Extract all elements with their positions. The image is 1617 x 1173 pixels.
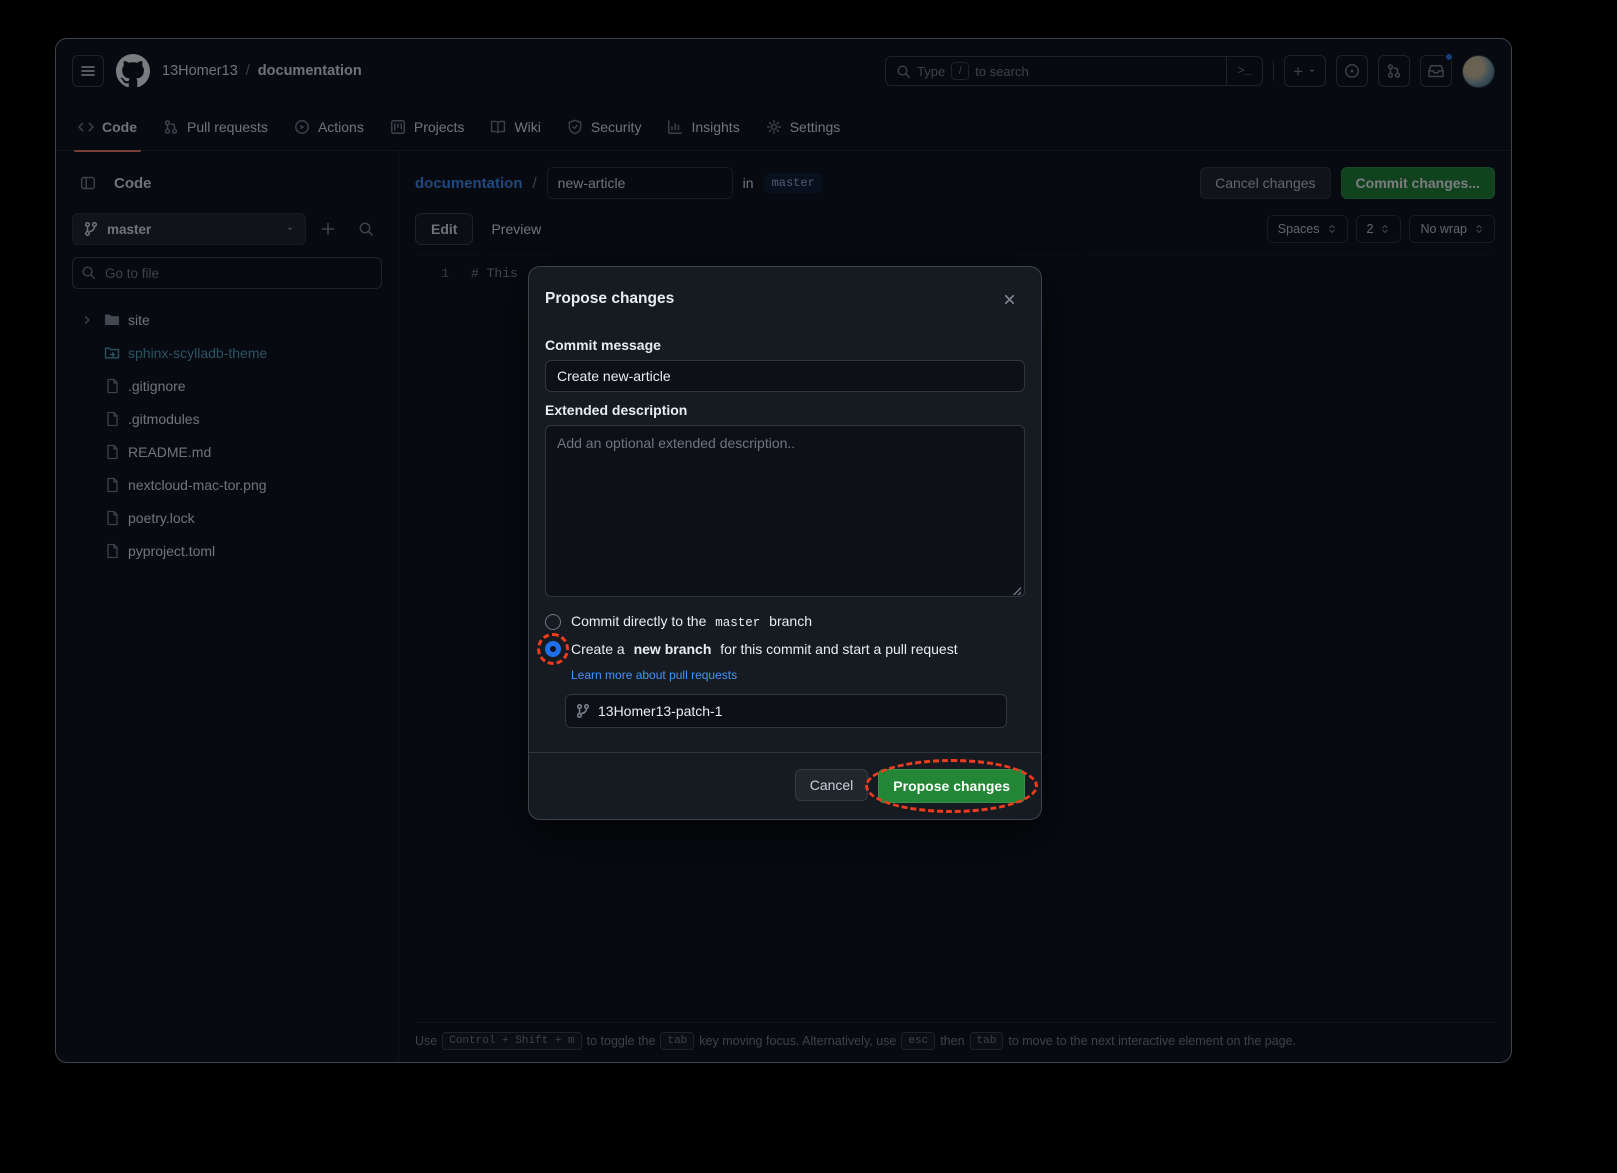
create-branch-option[interactable]: Create a new branch for this commit and … <box>545 641 1025 657</box>
new-branch-name-input[interactable] <box>565 694 1007 728</box>
radio-label-text: Create a <box>571 641 625 657</box>
propose-changes-button[interactable]: Propose changes <box>878 769 1025 803</box>
commit-direct-option[interactable]: Commit directly to the master branch <box>545 613 1025 630</box>
close-icon <box>1002 292 1017 307</box>
radio-label-text: for this commit and start a pull request <box>720 641 957 657</box>
commit-message-input[interactable] <box>545 360 1025 392</box>
radio-label-text: Commit directly to the <box>571 613 706 629</box>
desktop-background: 13Homer13 / documentation Type / to sear… <box>0 0 1617 1173</box>
annotation-radio-highlight <box>537 633 569 665</box>
extended-description-label: Extended description <box>545 402 1025 418</box>
commit-message-label: Commit message <box>545 337 1025 353</box>
git-branch-icon <box>575 703 591 719</box>
cancel-button[interactable]: Cancel <box>795 769 869 801</box>
radio-label-bold: new branch <box>634 641 712 657</box>
propose-button-label: Propose changes <box>893 778 1010 794</box>
learn-more-link[interactable]: Learn more about pull requests <box>571 668 737 682</box>
dialog-title: Propose changes <box>545 290 674 308</box>
extended-description-textarea[interactable] <box>545 425 1025 597</box>
radio-branch-name: master <box>715 616 760 630</box>
close-dialog-button[interactable] <box>993 283 1025 315</box>
create-branch-radio[interactable] <box>545 641 561 657</box>
propose-changes-dialog: Propose changes Commit message Extended … <box>528 266 1042 820</box>
commit-direct-radio[interactable] <box>545 614 561 630</box>
github-browser-window: 13Homer13 / documentation Type / to sear… <box>55 38 1512 1063</box>
radio-label-text: branch <box>769 613 812 629</box>
